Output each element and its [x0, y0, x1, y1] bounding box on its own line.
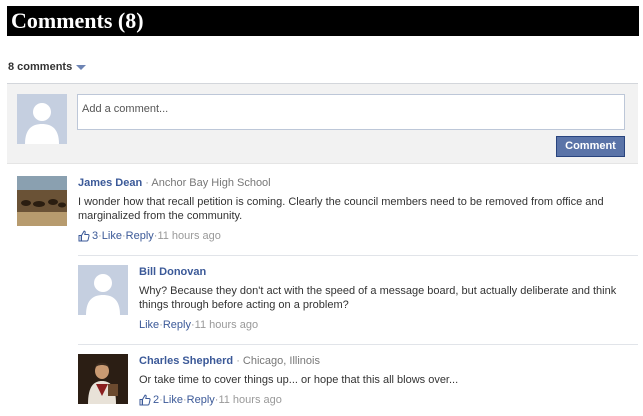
avatar[interactable]: [17, 176, 67, 226]
reply-link[interactable]: Reply: [187, 393, 215, 407]
avatar[interactable]: [78, 354, 128, 404]
separator: ·: [233, 355, 243, 367]
comment-count-label: 8 comments: [8, 61, 73, 73]
comments-header: Comments (8): [7, 6, 639, 36]
commenter-affiliation: Anchor Bay High School: [151, 177, 271, 189]
like-link[interactable]: Like: [163, 393, 183, 407]
thumbs-up-icon[interactable]: [139, 394, 151, 406]
default-avatar-icon: [17, 94, 67, 144]
comment-input[interactable]: Add a comment...: [77, 94, 625, 130]
reply-link[interactable]: Reply: [163, 318, 191, 332]
reply-link[interactable]: Reply: [126, 229, 154, 243]
separator: ·: [142, 177, 152, 189]
timestamp[interactable]: 11 hours ago: [195, 318, 258, 332]
comment-text: Why? Because they don't act with the spe…: [139, 285, 617, 311]
commenter-affiliation: Chicago, Illinois: [242, 355, 320, 367]
divider: [78, 255, 638, 256]
commenter-name[interactable]: Bill Donovan: [139, 266, 206, 278]
chevron-down-icon: [76, 65, 87, 70]
comment-button[interactable]: Comment: [556, 136, 625, 157]
commenter-name[interactable]: James Dean: [78, 177, 142, 189]
timestamp[interactable]: 11 hours ago: [157, 229, 220, 243]
comment-text: Or take time to cover things up... or ho…: [139, 374, 459, 386]
like-link[interactable]: Like: [139, 318, 159, 332]
comment-text: I wonder how that recall petition is com…: [78, 196, 604, 222]
default-avatar-icon[interactable]: [78, 265, 128, 315]
timestamp[interactable]: 11 hours ago: [218, 393, 281, 407]
like-link[interactable]: Like: [102, 229, 122, 243]
comment-count-dropdown[interactable]: 8 comments: [8, 61, 87, 73]
thumbs-up-icon[interactable]: [78, 230, 90, 242]
divider: [78, 344, 638, 345]
commenter-name[interactable]: Charles Shepherd: [139, 355, 233, 367]
compose-box: Add a comment... Comment: [7, 84, 638, 164]
comments-title: Comments (8): [11, 8, 144, 33]
